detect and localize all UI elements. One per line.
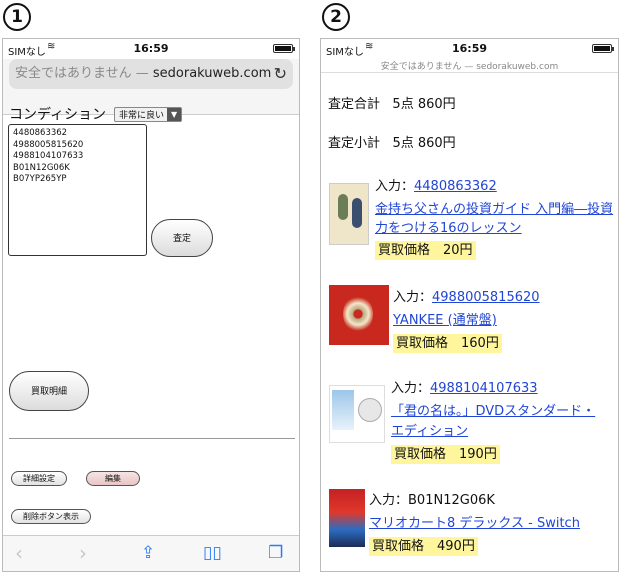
- item-title-link[interactable]: 金持ち父さんの投資ガイド 入門編―投資: [375, 198, 613, 217]
- price-label: 買取価格 490円: [369, 537, 478, 556]
- clock: 16:59: [133, 42, 169, 55]
- item-input-row: 入力：4480863362: [375, 175, 497, 194]
- insecure-label: 安全ではありません —: [15, 66, 153, 81]
- item-title-link[interactable]: マリオカート8 デラックス - Switch: [369, 512, 580, 531]
- item-title-line[interactable]: マリオカート8 デラックス - Switch: [369, 516, 580, 531]
- address-bar[interactable]: 安全ではありません — sedorakuweb.com: [321, 59, 618, 72]
- isbn-line: 4988005815620: [13, 139, 84, 150]
- subtotal-label-prefix: 査定: [328, 136, 355, 151]
- item-title-line[interactable]: YANKEE (通常盤): [393, 313, 497, 328]
- settings-button[interactable]: 詳細設定: [11, 471, 67, 486]
- item-title-line[interactable]: 金持ち父さんの投資ガイド 入門編―投資: [375, 202, 613, 217]
- subtotal-value: 5点 860円: [392, 136, 456, 151]
- item-title-link[interactable]: エディション: [391, 420, 468, 439]
- price-label: 買取価格 160円: [393, 334, 502, 353]
- item-code-link[interactable]: 4988104107633: [430, 381, 538, 396]
- battery-icon: [273, 44, 295, 53]
- edit-button[interactable]: 編集: [86, 471, 140, 486]
- item-code-link[interactable]: 4988005815620: [432, 290, 540, 305]
- assess-button[interactable]: 査定: [151, 219, 213, 257]
- item-title-line[interactable]: 力をつける16のレッスン: [375, 221, 522, 236]
- input-label: 入力：: [393, 290, 433, 305]
- divider: [9, 438, 295, 439]
- item-price: 買取価格 490円: [369, 535, 478, 556]
- total-row: 査定合計 5点 860円: [328, 93, 456, 112]
- item-title-link[interactable]: 「君の名は。」DVDスタンダード・: [391, 400, 595, 419]
- isbn-line: B01N12G06K: [13, 162, 70, 173]
- browser-chrome: SIMなし ≋ 16:59 安全ではありません — sedorakuweb.co…: [321, 39, 618, 73]
- browser-toolbar: ‹ › ⇪ ▯▯ ❐: [3, 535, 299, 571]
- url-domain: sedorakuweb.com: [152, 66, 272, 81]
- item-price: 買取価格 20円: [375, 239, 476, 260]
- item-code: B01N12G06K: [408, 493, 495, 508]
- item-title-link[interactable]: YANKEE (通常盤): [393, 309, 497, 328]
- address-bar[interactable]: 安全ではありません — sedorakuweb.com ↻: [9, 59, 293, 89]
- tabs-icon[interactable]: ❐: [268, 542, 283, 564]
- show-delete-button[interactable]: 削除ボタン表示: [11, 509, 91, 524]
- isbn-line: 4480863362: [13, 128, 68, 138]
- product-image[interactable]: [329, 489, 365, 547]
- input-label: 入力：: [375, 179, 415, 194]
- isbn-line: 4988104107633: [13, 151, 84, 161]
- back-icon[interactable]: ‹: [15, 542, 23, 564]
- input-label: 入力：: [391, 381, 431, 396]
- item-title-line[interactable]: エディション: [391, 424, 468, 439]
- product-image[interactable]: [329, 285, 389, 345]
- subtotal-label: 小計: [354, 136, 381, 151]
- item-input-row: 入力：4988005815620: [393, 286, 540, 305]
- isbn-line: B07YP265YP: [13, 174, 67, 184]
- price-label: 買取価格 20円: [375, 241, 476, 260]
- total-label: 査定合計: [328, 97, 381, 112]
- subtotal-row: 査定小計 5点 860円: [328, 132, 456, 151]
- dropdown-arrow-icon: ▼: [167, 107, 182, 121]
- clock: 16:59: [451, 42, 487, 55]
- bookmarks-icon[interactable]: ▯▯: [203, 542, 222, 564]
- phone-screen-2: SIMなし ≋ 16:59 安全ではありません — sedorakuweb.co…: [320, 38, 619, 572]
- item-price: 買取価格 190円: [391, 443, 500, 464]
- forward-icon[interactable]: ›: [79, 542, 87, 564]
- battery-icon: [592, 44, 614, 53]
- marker-1: 1: [3, 3, 31, 31]
- marker-2: 2: [322, 3, 350, 31]
- isbn-textarea[interactable]: 4480863362 4988005815620 4988104107633 B…: [8, 124, 147, 256]
- share-icon[interactable]: ⇪: [141, 542, 155, 564]
- item-code-link[interactable]: 4480863362: [414, 179, 497, 194]
- condition-row: コンディション 非常に良い ▼: [9, 104, 183, 124]
- input-label: 入力：: [369, 493, 409, 508]
- status-bar: SIMなし ≋ 16:59: [3, 39, 299, 59]
- condition-select[interactable]: 非常に良い ▼: [114, 106, 183, 122]
- condition-label: コンディション: [9, 107, 107, 123]
- item-title-link[interactable]: 力をつける16のレッスン: [375, 217, 522, 236]
- product-image[interactable]: [329, 183, 369, 245]
- status-bar: SIMなし ≋ 16:59: [321, 39, 618, 59]
- phone-screen-1: SIMなし ≋ 16:59 安全ではありません — sedorakuweb.co…: [2, 38, 300, 572]
- item-input-row: 入力：B01N12G06K: [369, 489, 495, 508]
- price-label: 買取価格 190円: [391, 445, 500, 464]
- purchase-detail-button[interactable]: 買取明細: [9, 371, 89, 411]
- item-price: 買取価格 160円: [393, 332, 502, 353]
- item-input-row: 入力：4988104107633: [391, 377, 538, 396]
- product-image[interactable]: [329, 385, 385, 443]
- reload-icon[interactable]: ↻: [274, 59, 287, 89]
- item-title-line[interactable]: 「君の名は。」DVDスタンダード・: [391, 404, 595, 419]
- condition-value: 非常に良い: [119, 110, 165, 121]
- total-value: 5点 860円: [392, 97, 456, 112]
